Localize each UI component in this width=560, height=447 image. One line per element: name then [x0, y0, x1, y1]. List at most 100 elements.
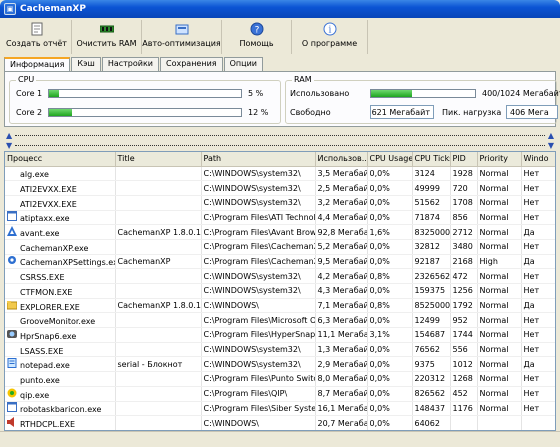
table-row[interactable]: LSASS.EXE C:\WINDOWS\system32\1,3 Мегабай… [5, 342, 555, 358]
cell-path: C:\Program Files\Siber Systems [201, 401, 316, 417]
cell-cpu: 0,0% [367, 180, 413, 196]
arrow-down-icon[interactable]: ▼ [6, 141, 12, 150]
table-row[interactable]: qip.exe C:\Program Files\QIP\8,7 Мегабайт… [5, 386, 555, 402]
column-header[interactable]: PID [450, 152, 478, 167]
arrow-up-icon[interactable]: ▲ [548, 131, 554, 140]
blank-icon [7, 197, 17, 207]
clear-ram-button[interactable]: Очистить RAM [72, 20, 142, 54]
blank-icon [7, 314, 17, 324]
table-row[interactable]: ATI2EVXX.EXE C:\WINDOWS\system32\ 3,2 Мега… [5, 195, 555, 211]
cell-cpu: 0,0% [367, 401, 413, 417]
process-table: Процесс Title Path Использов... CPU Usag… [5, 152, 555, 430]
cell-pid: 1012 [450, 356, 478, 373]
cell-ticks: 148437 [412, 401, 451, 417]
core2-percent: 12 % [248, 108, 269, 117]
cell-title [115, 312, 202, 329]
table-row[interactable]: CachemanXP.exe C:\Program Files\CachemanX… [5, 239, 555, 255]
table-row[interactable]: CSRSS.EXE C:\WINDOWS\system32\4,2 Мегабай… [5, 268, 555, 284]
cell-pid: 1176 [450, 401, 478, 417]
cell-path: C:\Program Files\Punto Switche [201, 371, 316, 387]
tab-saves[interactable]: Сохранения [160, 57, 223, 71]
process-list[interactable]: Процесс Title Path Использов... CPU Usag… [4, 151, 556, 431]
column-header[interactable]: Windo [521, 152, 555, 167]
cell-title [115, 210, 202, 226]
ram-group: RAM Использовано 400/1024 Мегабайт Свобо… [285, 75, 560, 124]
help-button[interactable]: ? Помощь [222, 20, 292, 54]
main-window: ▣ CachemanXP Создать отчёт Очистить RAM … [0, 0, 560, 447]
cell-path: C:\WINDOWS\system32\ [201, 268, 316, 284]
table-row[interactable]: alg.exe C:\WINDOWS\system32\3,5 Мегабайт0… [5, 166, 555, 182]
cell-win: Нет [521, 210, 555, 226]
cell-cpu: 0,0% [367, 371, 413, 387]
process-name: CachemanXP.exe [20, 243, 89, 253]
column-header[interactable]: Процесс [5, 152, 116, 167]
table-row[interactable]: atiptaxx.exe C:\Program Files\ATI Technol… [5, 210, 555, 226]
cell-prio: Normal [477, 224, 522, 240]
process-name-cell: alg.exe [5, 166, 116, 182]
column-header[interactable]: CPU Usage [367, 152, 413, 167]
table-row[interactable]: punto.exe C:\Program Files\Punto Switche8… [5, 371, 555, 387]
auto-optimize-label: Авто-оптимизация [142, 39, 221, 48]
table-row[interactable]: HprSnap6.exe C:\Program Files\HyperSnap 6… [5, 327, 555, 343]
hypersnap-icon [7, 329, 17, 339]
cell-title [115, 239, 202, 255]
table-row[interactable]: GrooveMonitor.exe C:\Program Files\Micros… [5, 312, 555, 329]
blank-icon [7, 285, 17, 295]
cell-prio: Normal [477, 268, 522, 284]
tab-information[interactable]: Информация [4, 57, 71, 72]
column-header[interactable]: Path [201, 152, 316, 167]
splitter-top[interactable]: ▲ ▲ [4, 131, 556, 140]
info-icon: i [323, 22, 337, 36]
column-header[interactable]: Priority [477, 152, 522, 167]
process-name-cell: CachemanXPSettings.exe [5, 254, 116, 270]
cell-cpu: 0,8% [367, 268, 413, 284]
tab-cache[interactable]: Кэш [71, 57, 101, 71]
column-header[interactable]: Title [115, 152, 202, 167]
table-row[interactable]: avant.exe CachemanXP 1.8.0.10 cC:\Program… [5, 224, 555, 240]
cell-mem: 3,2 Мегабайт [315, 195, 368, 211]
cell-ticks: 64062 [412, 415, 451, 430]
cell-pid: 720 [450, 180, 478, 196]
toolbar: Создать отчёт Очистить RAM Авто-оптимиза… [2, 20, 558, 54]
process-name: GrooveMonitor.exe [20, 317, 96, 327]
about-button[interactable]: i О программе [292, 20, 368, 54]
window-title: CachemanXP [20, 4, 86, 14]
table-row[interactable]: notepad.exe serial - Блокнот C:\WINDOWS\sy… [5, 356, 555, 373]
column-header[interactable]: CPU Ticks [412, 152, 451, 167]
create-report-label: Создать отчёт [6, 39, 67, 48]
table-row[interactable]: EXPLORER.EXE CachemanXP 1.8.0.10 FC:\WIND… [5, 298, 555, 314]
title-bar[interactable]: ▣ CachemanXP [0, 0, 560, 18]
process-name: CSRSS.EXE [20, 273, 65, 283]
table-row[interactable]: RTHDCPL.EXE C:\WINDOWS\20,7 Мегабайт0,0%6… [5, 415, 555, 430]
auto-optimize-button[interactable]: Авто-оптимизация [142, 20, 222, 54]
process-name-cell: ATI2EVXX.EXE [5, 180, 116, 196]
table-row[interactable]: CTFMON.EXE C:\WINDOWS\system32\ 4,3 Мегаба… [5, 283, 555, 299]
cell-title [115, 401, 202, 417]
blank-icon [7, 270, 17, 280]
cell-path: C:\WINDOWS\system32\ [201, 342, 316, 358]
arrow-down-icon[interactable]: ▼ [548, 141, 554, 150]
tab-options[interactable]: Опции [223, 57, 263, 71]
process-name-cell: EXPLORER.EXE [5, 298, 116, 314]
create-report-button[interactable]: Создать отчёт [2, 20, 72, 54]
cell-win [521, 415, 555, 430]
tab-settings[interactable]: Настройки [101, 57, 159, 71]
splitter-bottom[interactable]: ▼ ▼ [4, 141, 556, 150]
process-name: robotaskbaricon.exe [20, 405, 102, 415]
cell-path: C:\WINDOWS\system32\ [201, 283, 316, 299]
column-header[interactable]: Использов... [315, 152, 368, 167]
process-name: RTHDCPL.EXE [20, 420, 76, 430]
cell-path: C:\WINDOWS\system32\ [201, 180, 316, 196]
table-row[interactable]: ATI2EVXX.EXE C:\WINDOWS\system32\ 2,5 Мега… [5, 180, 555, 196]
table-row[interactable]: robotaskbaricon.exe C:\Program Files\Sibe… [5, 401, 555, 417]
cell-ticks: 220312 [412, 371, 451, 387]
table-row[interactable]: CachemanXPSettings.exe CachemanXP C:\Progr… [5, 254, 555, 270]
cell-cpu: 0,8% [367, 298, 413, 314]
arrow-up-icon[interactable]: ▲ [6, 131, 12, 140]
cell-prio: Normal [477, 371, 522, 387]
cell-title [115, 166, 202, 182]
cell-title [115, 268, 202, 284]
cell-title [115, 371, 202, 387]
cell-ticks: 8325000 [412, 224, 451, 240]
app-icon: ▣ [4, 3, 16, 15]
